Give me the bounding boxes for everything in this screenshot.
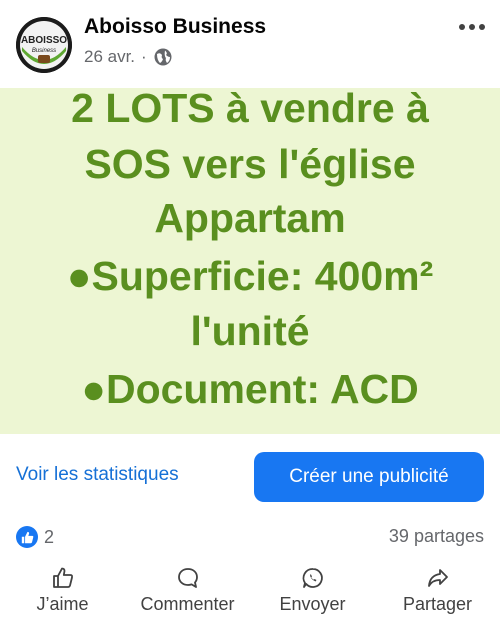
like-reaction-icon [16, 526, 38, 548]
like-button[interactable]: J’aime [8, 562, 118, 620]
meta-separator: · [141, 47, 147, 66]
aboisso-logo: ABOISSO Business [16, 17, 72, 73]
page-avatar[interactable]: ABOISSO Business [16, 17, 72, 73]
post-image-line: SOS vers l'église [84, 141, 416, 187]
post-meta: 26 avr. · [84, 47, 173, 67]
shares-count[interactable]: 39 partages [389, 526, 484, 547]
share-button-label: Partager [402, 594, 473, 614]
post-image-line: l'unité [190, 308, 310, 354]
thumbs-up-icon [52, 567, 73, 588]
post-image-line: Appartam [154, 195, 346, 241]
comment-button[interactable]: Commenter [133, 562, 243, 620]
page-name[interactable]: Aboisso Business [84, 15, 266, 39]
post-image-line: ●Document: ACD [81, 366, 419, 412]
post-image-line: 2 LOTS à vendre à [71, 88, 429, 131]
post-date[interactable]: 26 avr. [84, 47, 135, 67]
view-insights-link[interactable]: Voir les statistiques [16, 464, 179, 486]
share-button[interactable]: Partager [383, 562, 493, 620]
more-horizontal-icon [459, 24, 485, 30]
svg-text:ABOISSO: ABOISSO [21, 35, 67, 46]
create-ad-button[interactable]: Créer une publicité [254, 452, 484, 502]
comment-button-label: Commenter [140, 594, 235, 614]
reactions-summary[interactable]: 2 [16, 526, 54, 548]
like-count: 2 [44, 526, 55, 547]
comment-icon [177, 568, 198, 588]
share-icon [427, 569, 448, 587]
post-image-line: ●Superficie: 400m² [66, 253, 434, 299]
post-image[interactable]: 2 LOTS à vendre à SOS vers l'église Appa… [0, 88, 500, 434]
whatsapp-icon [302, 568, 323, 588]
globe-icon [154, 48, 172, 66]
like-button-label: J’aime [36, 594, 89, 614]
send-button[interactable]: Envoyer [258, 562, 368, 620]
post-header: ABOISSO Business Aboisso Business 26 avr… [0, 0, 500, 88]
send-button-label: Envoyer [279, 594, 346, 614]
svg-text:Business: Business [32, 48, 56, 54]
more-options-button[interactable] [456, 14, 488, 40]
post-action-bar: J’aime Commenter Envoyer Partager [0, 562, 500, 620]
